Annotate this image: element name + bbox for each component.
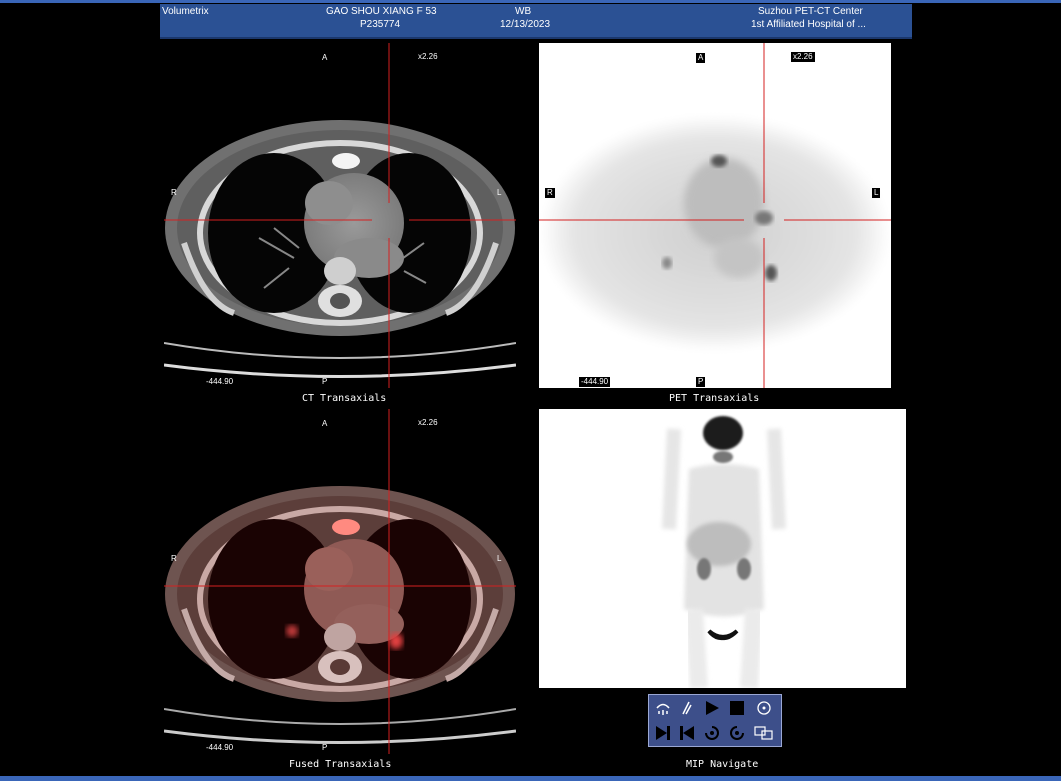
study-type: WB bbox=[515, 6, 532, 17]
lasso-icon[interactable] bbox=[676, 697, 698, 719]
orientation-top: A bbox=[322, 419, 328, 428]
orientation-right: L bbox=[497, 188, 502, 197]
mip-toolbar bbox=[648, 694, 782, 747]
study-date: 12/13/2023 bbox=[500, 19, 551, 30]
pet-viewport-label: PET Transaxials bbox=[669, 393, 760, 404]
orientation-right: L bbox=[872, 188, 881, 198]
patient-header: Volumetrix GAO SHOU XIANG F 53 P235774 W… bbox=[160, 4, 912, 39]
screens-icon[interactable] bbox=[753, 722, 775, 744]
orientation-bottom: P bbox=[322, 377, 328, 386]
orientation-top: A bbox=[696, 53, 706, 63]
rotate-body-icon[interactable] bbox=[652, 697, 674, 719]
target-icon[interactable] bbox=[753, 697, 775, 719]
step-next-icon[interactable] bbox=[652, 722, 674, 744]
spin-cw-icon[interactable] bbox=[701, 722, 723, 744]
pet-image bbox=[539, 43, 891, 388]
spin-ccw-icon[interactable] bbox=[726, 722, 748, 744]
mip-image bbox=[662, 416, 786, 688]
ct-image bbox=[164, 43, 516, 388]
orientation-bottom: P bbox=[696, 377, 706, 387]
hospital-name: 1st Affiliated Hospital of ... bbox=[751, 19, 866, 30]
slice-position: -444.90 bbox=[579, 377, 611, 387]
fused-image bbox=[164, 409, 516, 754]
orientation-left: R bbox=[545, 188, 555, 198]
orientation-top: A bbox=[322, 53, 328, 62]
zoom-label: x2.26 bbox=[791, 52, 815, 62]
orientation-bottom: P bbox=[322, 743, 328, 752]
step-prev-icon[interactable] bbox=[676, 722, 698, 744]
window-bottom-border bbox=[0, 776, 1061, 781]
ct-viewport-label: CT Transaxials bbox=[302, 393, 387, 404]
slice-position: -444.90 bbox=[204, 743, 236, 753]
orientation-left: R bbox=[171, 554, 177, 563]
pet-viewport[interactable]: A x2.26 R L -444.90 P bbox=[539, 43, 891, 388]
fused-viewport[interactable]: A x2.26 R L -444.90 P bbox=[164, 409, 516, 754]
center-name: Suzhou PET-CT Center bbox=[758, 6, 863, 17]
zoom-label: x2.26 bbox=[418, 418, 438, 427]
slice-position: -444.90 bbox=[204, 377, 236, 387]
mip-viewport-label: MIP Navigate bbox=[686, 759, 759, 770]
mip-viewport[interactable] bbox=[539, 409, 906, 688]
patient-id: P235774 bbox=[360, 19, 401, 30]
app-name: Volumetrix bbox=[162, 6, 209, 17]
play-icon[interactable] bbox=[701, 697, 723, 719]
stop-icon[interactable] bbox=[726, 697, 748, 719]
orientation-right: L bbox=[497, 554, 502, 563]
patient-name: GAO SHOU XIANG F 53 bbox=[326, 6, 437, 17]
ct-viewport[interactable]: A x2.26 R L -444.90 P bbox=[164, 43, 516, 388]
window-top-border bbox=[0, 0, 1061, 3]
orientation-left: R bbox=[171, 188, 177, 197]
fused-viewport-label: Fused Transaxials bbox=[289, 759, 392, 770]
zoom-label: x2.26 bbox=[418, 52, 438, 61]
